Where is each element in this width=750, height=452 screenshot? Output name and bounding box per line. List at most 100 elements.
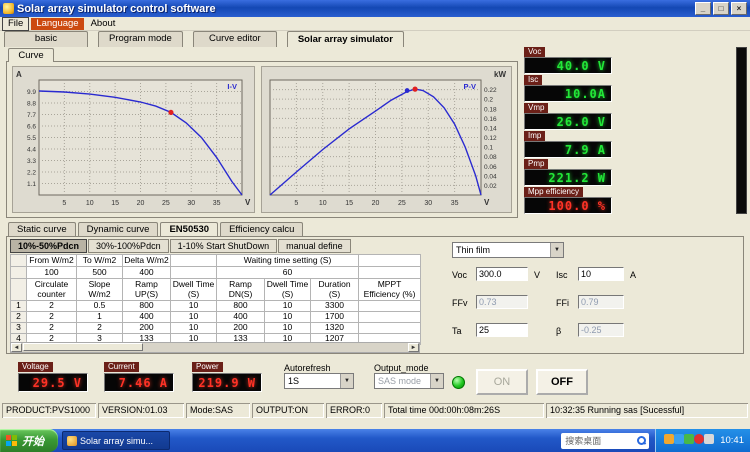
svg-text:5: 5	[294, 200, 298, 207]
table-value-cell[interactable]	[358, 266, 422, 279]
ta-input[interactable]	[476, 323, 528, 337]
table-cell[interactable]: 400	[216, 311, 265, 323]
power-label: Power	[192, 362, 223, 372]
table-cell[interactable]: 1700	[309, 311, 360, 323]
svg-text:3.3: 3.3	[27, 158, 36, 165]
vmp-label: Vmp	[524, 103, 549, 113]
output-mode-dropdown[interactable]: SAS mode ▼	[374, 373, 444, 389]
table-header-cell: Waiting time setting (S)	[215, 254, 360, 267]
voc-param-input[interactable]	[476, 267, 528, 281]
table-value-cell[interactable]: 60	[215, 266, 360, 279]
table-cell[interactable]: 2	[76, 322, 123, 334]
desktop-search-input[interactable]: 搜索桌面	[561, 432, 650, 449]
pv-type-dropdown[interactable]: Thin film ▼	[452, 242, 564, 258]
table-cell[interactable]: 400	[122, 311, 171, 323]
table-cell[interactable]: 800	[122, 300, 171, 312]
tab-solar-array-simulator[interactable]: Solar array simulator	[286, 31, 404, 47]
close-button[interactable]: ×	[731, 2, 747, 15]
subtab-10-50-pdcn[interactable]: 10%-50%Pdcn	[10, 239, 88, 253]
on-button[interactable]: ON	[476, 369, 528, 395]
tab-en50530[interactable]: EN50530	[160, 222, 219, 237]
table-cell[interactable]: 0.5	[76, 300, 123, 312]
table-cell[interactable]: 10	[264, 311, 311, 323]
chevron-down-icon[interactable]: ▼	[340, 374, 353, 388]
row-number: 3	[10, 322, 27, 334]
scroll-left-arrow-icon[interactable]: ◄	[11, 343, 22, 352]
table-cell[interactable]: 10	[170, 311, 217, 323]
isc-display: 10.0A	[524, 85, 612, 102]
table-header-cell: MPPT Efficiency (%)	[358, 278, 422, 301]
menu-bar: File Language About	[0, 16, 750, 31]
table-cell[interactable]: 10	[170, 300, 217, 312]
table-cell[interactable]: 1	[76, 311, 123, 323]
subtab-manual-define[interactable]: manual define	[278, 239, 351, 253]
current-label: Current	[104, 362, 139, 372]
table-cell[interactable]	[358, 322, 422, 334]
table-value-cell[interactable]	[170, 266, 217, 279]
table-cell[interactable]: 3300	[309, 300, 360, 312]
subtab-start-shutdown[interactable]: 1-10% Start ShutDown	[169, 239, 278, 253]
scroll-right-arrow-icon[interactable]: ►	[408, 343, 419, 352]
autorefresh-dropdown[interactable]: 1S ▼	[284, 373, 354, 389]
pv-curve: 5 10 15 20 25 30 35 0.02 0.04 0.06 0.08 0.1 0.12 0.14…	[269, 70, 506, 207]
table-cell[interactable]: 800	[216, 300, 265, 312]
tab-efficiency-calcu[interactable]: Efficiency calcu	[220, 222, 304, 237]
scrollbar-thumb[interactable]	[23, 343, 143, 351]
menu-file[interactable]: File	[2, 16, 30, 31]
minimize-button[interactable]: _	[695, 2, 711, 15]
tab-basic[interactable]: basic	[4, 31, 88, 47]
table-cell[interactable]: 2	[26, 300, 77, 312]
ffi-input[interactable]	[578, 295, 624, 309]
table-cell[interactable]: 200	[216, 322, 265, 334]
tray-icon[interactable]	[664, 434, 675, 444]
table-cell[interactable]: 2	[26, 322, 77, 334]
table-cell[interactable]: 1320	[309, 322, 360, 334]
tab-dynamic-curve[interactable]: Dynamic curve	[77, 222, 159, 237]
ffv-input[interactable]	[476, 295, 528, 309]
status-message: 10:32:35 Running sas [Sucessful]	[546, 403, 748, 418]
tab-program-mode[interactable]: Program mode	[98, 31, 183, 47]
table-cell[interactable]	[358, 311, 422, 323]
menu-about[interactable]: About	[86, 18, 121, 30]
beta-input[interactable]	[578, 323, 624, 337]
tray-icon[interactable]	[694, 434, 705, 444]
start-button[interactable]: 开始	[0, 429, 58, 452]
taskbar-app-button[interactable]: Solar array simu...	[62, 431, 170, 450]
chevron-down-icon[interactable]: ▼	[430, 374, 443, 388]
output-mode-label: Output_mode	[374, 363, 429, 373]
tab-curve-editor[interactable]: Curve editor	[192, 31, 277, 47]
svg-text:kW: kW	[494, 70, 506, 79]
chevron-down-icon[interactable]: ▼	[550, 243, 563, 257]
status-mode: Mode:SAS	[186, 403, 250, 418]
output-status-led	[452, 376, 465, 389]
svg-text:9.9: 9.9	[27, 89, 36, 96]
svg-text:2.2: 2.2	[27, 170, 36, 177]
table-value-cell[interactable]: 100	[26, 266, 77, 279]
start-button-label: 开始	[22, 435, 44, 448]
table-cell[interactable]: 2	[26, 311, 77, 323]
tab-static-curve[interactable]: Static curve	[8, 222, 76, 237]
tray-icon[interactable]	[704, 434, 715, 444]
table-horizontal-scrollbar[interactable]: ◄ ►	[10, 342, 420, 353]
table-value-cell[interactable]: 400	[122, 266, 171, 279]
table-value-cell[interactable]: 500	[76, 266, 123, 279]
menu-language[interactable]: Language	[31, 17, 84, 30]
decorative-strip	[736, 47, 747, 214]
subtab-30-100-pdcn[interactable]: 30%-100%Pdcn	[88, 239, 169, 253]
isc-param-input[interactable]	[578, 267, 624, 281]
table-cell[interactable]: 10	[170, 322, 217, 334]
off-button[interactable]: OFF	[536, 369, 588, 395]
tab-curve[interactable]: Curve	[8, 48, 54, 62]
table-cell[interactable]	[358, 300, 422, 312]
current-display: 7.46 A	[104, 373, 174, 392]
tray-icon[interactable]	[674, 434, 685, 444]
taskbar: 开始 Solar array simu... 搜索桌面 10:41	[0, 429, 750, 452]
scrollbar-track[interactable]	[22, 343, 408, 352]
table-cell[interactable]: 10	[264, 300, 311, 312]
search-icon[interactable]	[636, 435, 647, 446]
tray-icon[interactable]	[684, 434, 695, 444]
maximize-button[interactable]: □	[713, 2, 729, 15]
table-cell[interactable]: 200	[122, 322, 171, 334]
table-cell[interactable]: 10	[264, 322, 311, 334]
output-mode-value: SAS mode	[378, 376, 422, 386]
